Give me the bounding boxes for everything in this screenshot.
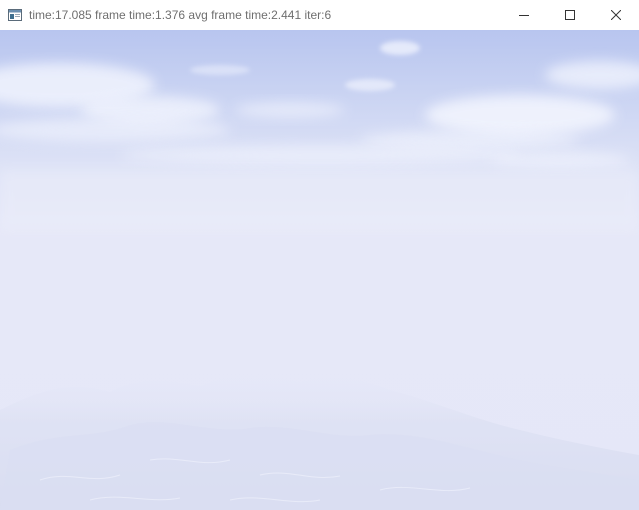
horizon-haze [0, 170, 639, 230]
app-window-icon [8, 9, 22, 21]
app-window: time:17.085 frame time:1.376 avg frame t… [0, 0, 639, 510]
minimize-icon [519, 15, 529, 16]
maximize-icon [565, 10, 575, 20]
title-bar[interactable]: time:17.085 frame time:1.376 avg frame t… [0, 0, 639, 30]
minimize-button[interactable] [501, 0, 547, 30]
window-title: time:17.085 frame time:1.376 avg frame t… [29, 8, 332, 22]
render-viewport[interactable] [0, 30, 639, 510]
window-controls [501, 0, 639, 30]
maximize-button[interactable] [547, 0, 593, 30]
close-button[interactable] [593, 0, 639, 30]
rendered-scene [0, 30, 639, 510]
close-icon [611, 10, 621, 20]
